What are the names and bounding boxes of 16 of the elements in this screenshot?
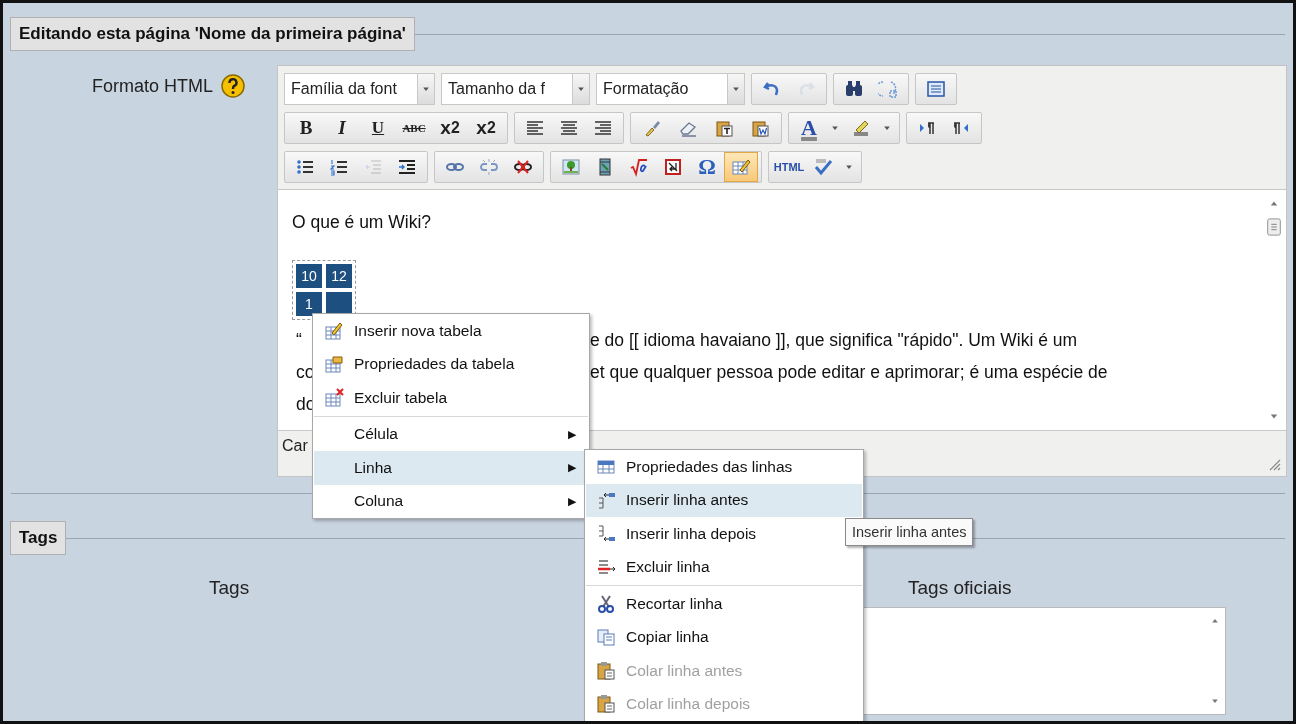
field-label: Tags oficiais: [908, 577, 1012, 598]
field-label: Formato HTML: [91, 75, 213, 97]
section-legend: Tags: [10, 521, 67, 555]
submenu-arrow-icon: ▶: [568, 494, 576, 508]
status-path: Car: [282, 437, 308, 455]
section-legend: Editando esta página 'Nome da primeira página': [10, 17, 415, 51]
table-cell: 12: [326, 264, 352, 288]
tooltip: Inserir linha antes: [845, 518, 974, 546]
paragraph-text: et que qualquer pessoa pode editar e aprimorar; é uma espécie de: [590, 361, 1108, 383]
submenu-arrow-icon: ▶: [568, 461, 576, 475]
paragraph-text: e do [[ idioma havaiano ]], que significa "rápido". Um Wiki é um: [590, 329, 1078, 351]
heading-text: O que é um Wiki?: [292, 210, 432, 234]
field-label: Tags: [209, 577, 250, 598]
paragraph-text: “: [296, 329, 302, 350]
table-cell: 10: [296, 264, 322, 288]
table-cell: 1: [296, 292, 322, 316]
